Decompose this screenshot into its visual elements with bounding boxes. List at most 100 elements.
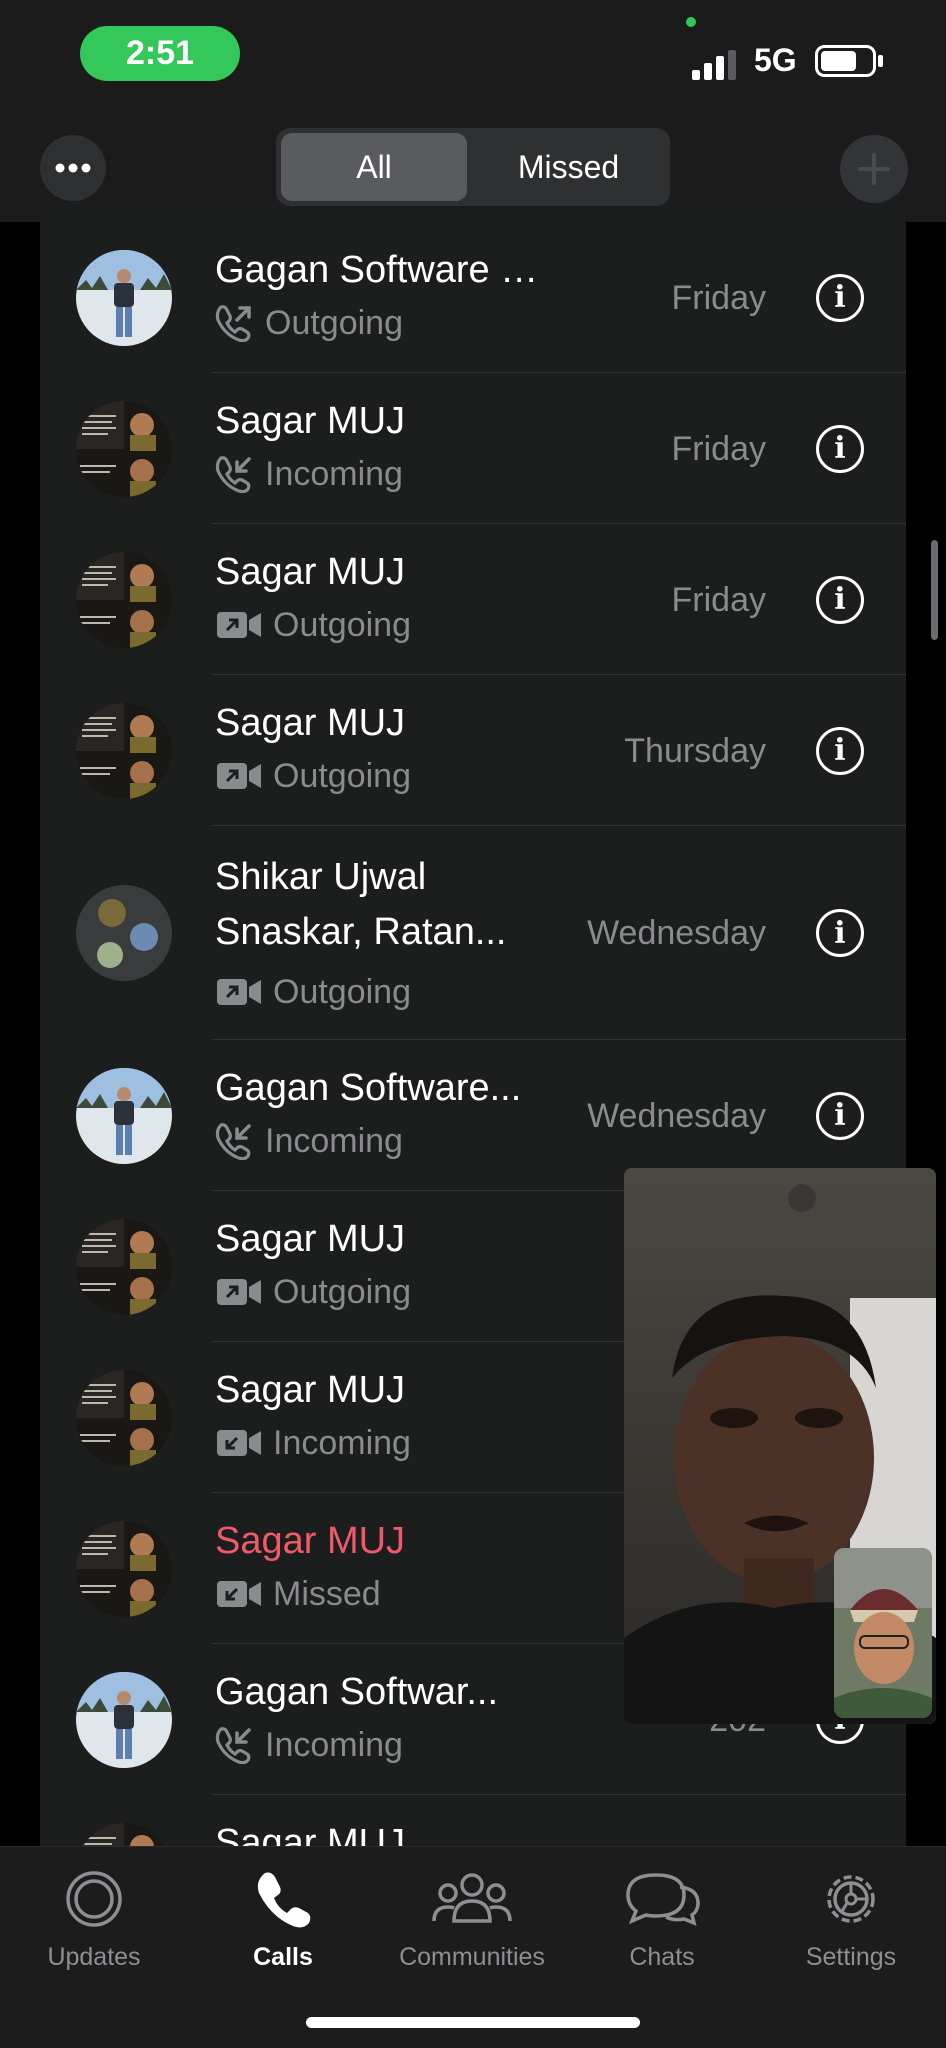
more-options-button[interactable] [40, 135, 106, 201]
call-detail: Outgoing [215, 301, 403, 345]
call-contact-name: Sagar MUJ [215, 1218, 406, 1260]
call-type-icon [215, 1726, 255, 1764]
avatar[interactable] [76, 1067, 172, 1164]
call-contact-name: Gagan Software... [215, 1067, 522, 1109]
chats-icon [622, 1861, 702, 1937]
avatar[interactable] [76, 885, 172, 981]
self-video-thumbnail[interactable] [834, 1548, 932, 1718]
call-time: Friday [671, 429, 766, 468]
call-type-icon [215, 1577, 263, 1611]
call-type-icon [215, 608, 263, 642]
info-icon[interactable]: i [816, 273, 864, 322]
avatar[interactable] [76, 400, 172, 497]
tab-label: Calls [253, 1943, 313, 1971]
network-label: 5G [754, 42, 797, 78]
call-row[interactable]: Sagar MUJ Incoming Friday i [40, 373, 906, 524]
communities-icon [430, 1861, 514, 1937]
info-icon[interactable]: i [816, 726, 864, 775]
voice-call-icon [215, 305, 251, 342]
call-detail: Incoming [215, 1723, 403, 1767]
video-call-icon [217, 1279, 261, 1305]
call-time: Thursday [624, 731, 766, 770]
info-icon[interactable]: i [816, 424, 864, 473]
tab-calls[interactable]: Calls [198, 1861, 368, 1991]
tab-settings[interactable]: Settings [766, 1861, 936, 1991]
tab-label: Chats [629, 1943, 695, 1971]
avatar[interactable] [76, 1369, 172, 1466]
call-row[interactable]: Sagar MUJ Outgoing Thursday i [40, 675, 906, 826]
call-detail: Incoming [215, 1421, 411, 1465]
call-direction: Missed [273, 1574, 381, 1613]
call-time: Wednesday [587, 914, 766, 952]
segment-all[interactable]: All [281, 133, 467, 201]
top-bar: 2:51 5G All Missed [0, 0, 946, 222]
call-detail: Missed [215, 1572, 381, 1616]
tab-label: Communities [399, 1943, 545, 1971]
call-direction: Outgoing [273, 972, 411, 1011]
call-direction: Incoming [273, 1423, 411, 1462]
call-type-icon [215, 1275, 263, 1309]
call-detail: Incoming [215, 1119, 403, 1163]
self-video-feed [834, 1548, 932, 1718]
call-type-icon [215, 1122, 255, 1160]
call-direction: Incoming [265, 1725, 403, 1764]
call-contact-name: Sagar MUJ [215, 702, 406, 744]
avatar[interactable] [76, 1218, 172, 1315]
info-icon[interactable]: i [816, 1091, 864, 1140]
avatar[interactable] [76, 1520, 172, 1617]
call-row[interactable]: Sagar MUJIncoming2024-09-24i [40, 1795, 906, 1850]
call-detail: Outgoing [215, 1270, 411, 1314]
call-contact-name: Sagar MUJ [215, 1369, 406, 1411]
call-filter-segmented-control: All Missed [276, 128, 670, 206]
avatar[interactable] [76, 702, 172, 799]
call-row[interactable]: Gagan Software Men... Outgoing Friday i [40, 222, 906, 373]
call-type-icon [215, 304, 255, 342]
home-indicator[interactable] [306, 2017, 640, 2028]
call-row[interactable]: Sagar MUJ Outgoing Friday i [40, 524, 906, 675]
call-contact-name: Shikar Ujwal Snaskar, Ratan... [215, 856, 507, 953]
call-direction: Outgoing [273, 1272, 411, 1311]
video-call-icon [217, 1581, 261, 1607]
call-contact-name: Sagar MUJ [215, 400, 406, 442]
scroll-indicator[interactable] [931, 540, 938, 640]
camera-in-use-indicator [686, 17, 696, 27]
call-time: Friday [671, 278, 766, 317]
battery-icon [815, 45, 883, 77]
call-contact-name: Sagar MUJ [215, 551, 406, 593]
call-detail: Outgoing [215, 754, 411, 798]
call-contact-name: Sagar MUJ [215, 1520, 406, 1562]
video-call-icon [217, 1430, 261, 1456]
calls-screen: Gagan Software Men...OutgoingFridayiSaga… [0, 0, 946, 2048]
call-contact-name: Gagan Softwar... [215, 1671, 499, 1713]
info-icon[interactable]: i [816, 909, 864, 957]
tab-communities[interactable]: Communities [387, 1861, 557, 1991]
call-type-icon [215, 455, 255, 493]
avatar[interactable] [76, 551, 172, 648]
call-detail: Outgoing [215, 970, 411, 1014]
call-direction: Incoming [265, 1121, 403, 1160]
call-direction: Incoming [265, 454, 403, 493]
call-type-icon [215, 975, 263, 1009]
call-detail: Outgoing [215, 603, 411, 647]
segment-missed[interactable]: Missed [472, 133, 665, 201]
video-call-icon [217, 763, 261, 789]
new-call-button[interactable] [840, 135, 908, 203]
call-time: Friday [671, 580, 766, 619]
tab-updates[interactable]: Updates [9, 1861, 179, 1991]
tab-chats[interactable]: Chats [577, 1861, 747, 1991]
settings-icon [819, 1861, 883, 1937]
call-row[interactable]: Shikar Ujwal Snaskar, Ratan... Outgoing We… [40, 826, 906, 1040]
call-type-icon [215, 759, 263, 793]
phone-icon [251, 1861, 315, 1937]
updates-icon [62, 1861, 126, 1937]
avatar[interactable] [76, 1671, 172, 1768]
tab-label: Settings [805, 1943, 897, 1971]
voice-call-icon [215, 1123, 251, 1160]
plus-icon [858, 153, 890, 185]
call-direction: Outgoing [265, 303, 403, 342]
info-icon[interactable]: i [816, 575, 864, 624]
video-call-icon [217, 612, 261, 638]
call-detail: Incoming [215, 452, 403, 496]
avatar[interactable] [76, 249, 172, 346]
signal-icon [692, 50, 736, 80]
